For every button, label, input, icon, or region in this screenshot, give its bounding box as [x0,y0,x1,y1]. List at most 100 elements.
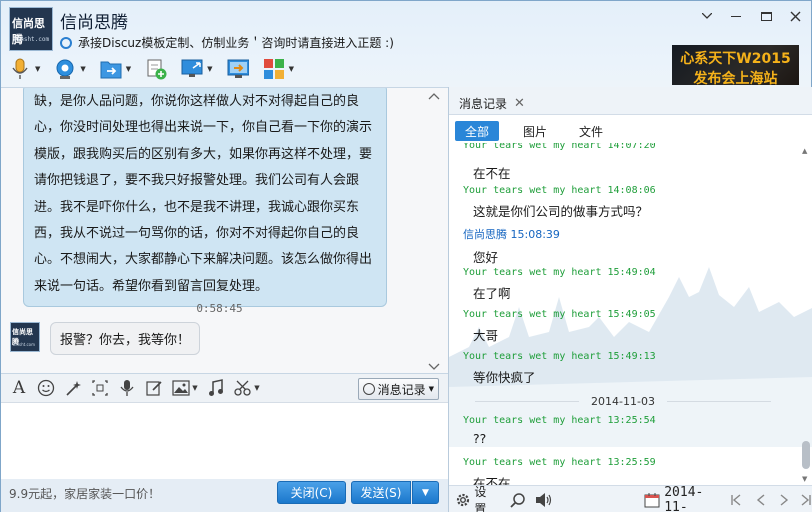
history-meta: Your tears wet my heart 14:08:06 [463,185,656,196]
history-tab-bar: 消息记录 ✕ [449,87,812,115]
ad-line-1: 心系天下W2015 [680,51,791,67]
handwrite-icon[interactable] [144,378,164,398]
screen-share-button[interactable] [227,58,249,80]
list-item: Your tears wet my heart 13:25:54 ?? [463,415,656,446]
maximize-button[interactable] [753,5,779,27]
dropdown-chevron-icon[interactable] [694,5,720,27]
history-filters: 全部 图片 文件 [449,117,812,143]
avatar-logo-subtext: xinsht.com [13,36,50,43]
close-tab-icon[interactable]: ✕ [514,96,525,111]
chevron-down-icon[interactable]: ▼ [126,65,131,73]
history-list[interactable]: Your tears wet my heart 14:07:20 在不在 You… [449,143,804,485]
history-meta: Your tears wet my heart 13:25:59 [463,457,656,468]
microphone-icon [9,58,31,80]
add-contact-button[interactable] [145,58,167,80]
file-transfer-button[interactable]: ▼ [100,58,131,80]
list-item: Your tears wet my heart 15:49:04 在了啊 [463,267,656,302]
search-icon[interactable] [510,491,527,509]
list-item: Your tears wet my heart 13:25:59 在不在 [463,457,656,485]
chevron-down-icon[interactable]: ▼ [192,384,197,392]
message-log-label: 消息记录 [377,382,426,397]
scroll-down-icon[interactable]: ▼ [802,475,807,483]
prev-page-icon[interactable] [752,491,769,509]
scrollbar-thumb[interactable] [802,441,810,469]
image-icon[interactable]: ▼ [171,378,199,398]
add-contact-icon [145,58,167,80]
minimize-button[interactable] [723,5,749,27]
next-page-icon[interactable] [775,491,792,509]
send-options-button[interactable]: ▼ [412,481,439,504]
screenshot-icon[interactable] [90,378,110,398]
filter-images[interactable]: 图片 [513,121,557,141]
history-meta: Your tears wet my heart 15:49:13 [463,351,656,362]
history-text: 大哥 [473,328,499,343]
date-separator: 2014-11-03 [463,395,783,408]
screen-share-icon [227,58,249,80]
filter-files[interactable]: 文件 [569,121,613,141]
chevron-down-icon[interactable]: ▼ [207,65,212,73]
first-page-icon[interactable] [729,491,746,509]
remote-desktop-button[interactable]: ▼ [181,58,213,80]
date-separator-text: 2014-11-03 [591,395,655,408]
voice-icon[interactable] [117,378,137,398]
my-message-bubble: 报警？你去，我等你！ [50,322,201,355]
emoji-icon[interactable] [36,378,56,398]
history-date-value[interactable]: 2014-11- [664,485,724,512]
gear-icon[interactable] [454,491,471,509]
close-icon [790,11,800,21]
calendar-icon[interactable] [643,491,660,509]
scissors-icon[interactable]: ▼ [233,378,261,398]
music-icon[interactable] [206,378,226,398]
ad-banner[interactable]: 心系天下W2015 发布会上海站 [672,45,799,85]
speaker-icon[interactable] [535,491,553,509]
message-input[interactable] [1,403,448,479]
last-page-icon[interactable] [797,491,812,509]
signature-icon [60,36,72,49]
message-log-button[interactable]: 消息记录 ▼ [357,378,439,400]
history-scrollbar[interactable]: ▲ ▼ [801,143,811,485]
voice-call-button[interactable]: ▼ [9,58,40,80]
chevron-down-icon: ▼ [422,487,429,498]
settings-label[interactable]: 设置 [474,483,497,512]
chevron-down-icon[interactable]: ▼ [289,65,294,73]
chevron-down-icon[interactable]: ▼ [254,384,259,392]
list-item: 信尚思腾 15:08:39 您好 [463,226,560,266]
font-icon[interactable]: A [9,378,29,398]
minimize-icon [731,15,741,17]
tab-message-log[interactable]: 消息记录 ✕ [453,91,531,115]
filter-all[interactable]: 全部 [455,121,500,141]
peer-message-bubble: 缺，是你人品问题，你说你这样做人对不对得起自己的良心，你没时间处理也得出来说一下… [23,88,387,308]
ad-line-2: 发布会上海站 [693,71,778,85]
apps-button[interactable]: ▼ [263,58,294,80]
history-meta: Your tears wet my heart 14:07:20 [463,143,656,151]
remote-desktop-icon [181,58,203,80]
expand-down-icon[interactable] [428,363,440,371]
send-button[interactable]: 发送(S) [351,481,411,504]
history-text: 等你快疯了 [473,370,536,385]
close-window-button[interactable] [782,5,808,27]
chevron-down-icon[interactable]: ▼ [35,65,40,73]
list-item: Your tears wet my heart 15:49:05 大哥 [463,309,656,344]
collapse-up-icon[interactable] [428,92,440,100]
my-avatar[interactable]: 信尚思腾 xinsht.com [10,322,40,352]
conversation-area[interactable]: 缺，是你人品问题，你说你这样做人对不对得起自己的良心，你没时间处理也得出来说一下… [1,87,448,373]
close-button[interactable]: 关闭(C) [277,481,346,504]
scroll-up-icon[interactable]: ▲ [802,147,807,155]
video-call-button[interactable]: ▼ [54,58,86,80]
tab-message-log-label: 消息记录 [459,96,508,111]
chevron-down-icon: ▼ [428,385,434,393]
message-timestamp: 0:58:45 [196,302,243,315]
file-transfer-icon [100,58,122,80]
promo-link[interactable]: 9.9元起，家居家装一口价！ [9,485,160,502]
list-item: 在不在 [463,163,511,182]
maximize-icon [760,11,772,21]
history-text: 这就是你们公司的做事方式吗？ [473,204,649,219]
history-text: 在不在 [473,476,511,485]
magic-icon[interactable] [63,378,83,398]
list-item: Your tears wet my heart 14:07:20 [463,143,656,151]
history-meta: Your tears wet my heart 15:49:04 [463,267,656,278]
contact-avatar[interactable]: 信尚思腾 xinsht.com [9,7,53,51]
chevron-down-icon[interactable]: ▼ [80,65,85,73]
history-meta: 信尚思腾 15:08:39 [463,228,560,241]
history-panel: 消息记录 ✕ 全部 图片 文件 Your tears wet my heart … [448,87,812,512]
